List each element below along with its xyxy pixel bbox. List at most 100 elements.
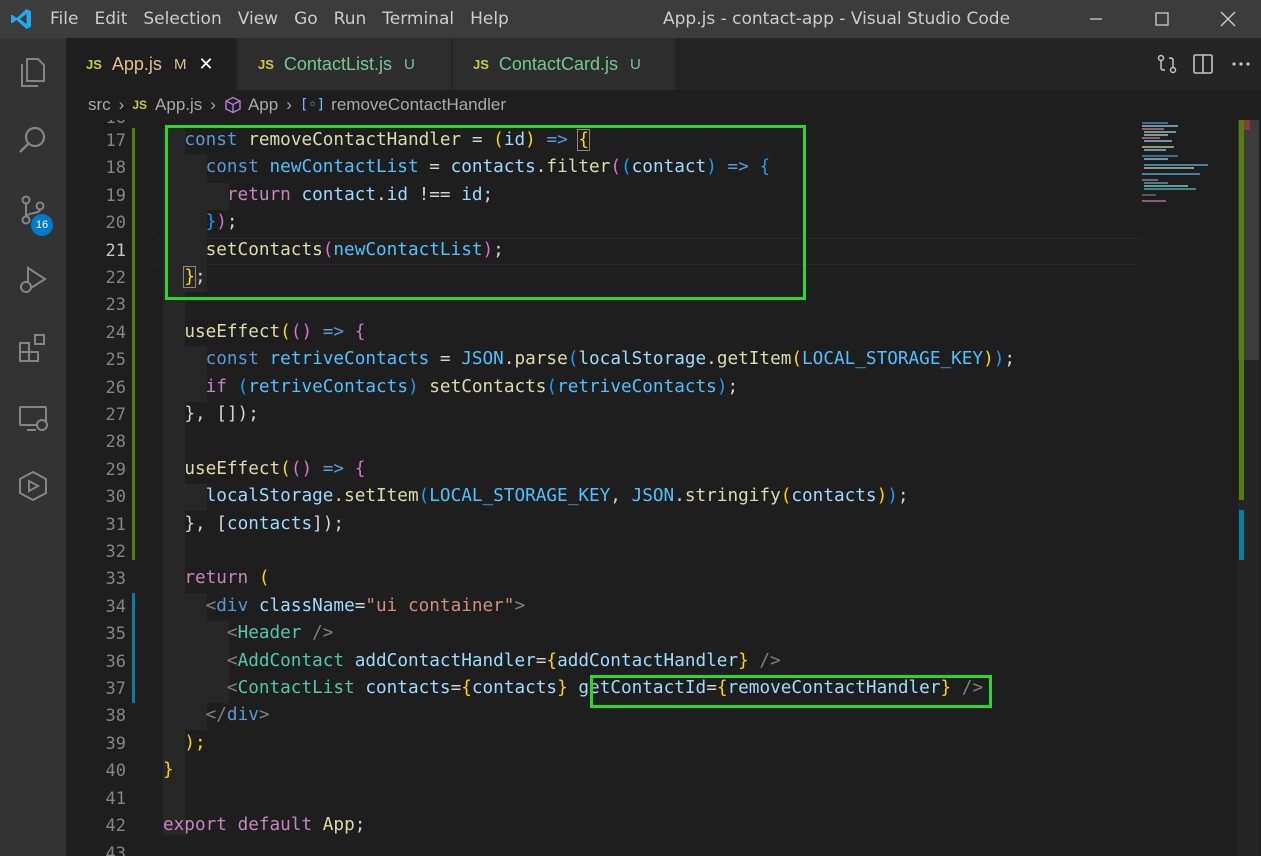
method-token: parse [514, 349, 568, 369]
menu-file[interactable]: File [42, 0, 86, 38]
punctuation-token: }, []); [184, 404, 259, 424]
identifier-token: retriveContacts [248, 377, 408, 397]
punctuation-token: } [163, 760, 174, 780]
string-token: "ui container" [365, 596, 515, 616]
arrow-token: => [322, 459, 345, 479]
function-call-token: useEffect [184, 322, 281, 342]
menu-selection[interactable]: Selection [135, 0, 229, 38]
function-call-token: setContacts [429, 377, 547, 397]
breadcrumb-component[interactable]: App [248, 95, 278, 115]
line-number: 34 [105, 597, 126, 617]
method-token: setItem [344, 486, 419, 506]
breadcrumb: src › JS App.js › App › [◦] removeContac… [66, 90, 1261, 120]
untracked-indicator: U [629, 55, 641, 73]
js-file-icon: JS [86, 56, 102, 72]
keyword-token: export [163, 815, 227, 835]
identifier-token: contacts [226, 514, 313, 534]
minimize-icon [1090, 18, 1102, 20]
line-number: 36 [105, 652, 126, 672]
keyword-token: const [205, 349, 259, 369]
code-editor[interactable]: 16 17 18 19 20 21 22 23 24 25 26 27 28 2… [66, 120, 1138, 856]
run-debug-button[interactable] [0, 252, 66, 308]
tag-token: div [216, 596, 249, 616]
close-window-button[interactable] [1195, 0, 1261, 38]
minimize-button[interactable] [1063, 0, 1129, 38]
code-line: <AddContact addContactHandler={addContac… [226, 651, 781, 671]
attribute-token: className [258, 596, 355, 616]
js-file-icon: JS [258, 56, 274, 72]
untracked-indicator: U [403, 55, 415, 73]
code-line: ); [163, 733, 205, 753]
line-number: 22 [105, 268, 126, 288]
line-number: 37 [105, 679, 126, 699]
vertical-scrollbar[interactable] [1238, 120, 1259, 856]
line-number: 38 [105, 706, 126, 726]
open-changes-button[interactable] [1149, 38, 1185, 90]
remote-explorer-icon [19, 406, 48, 431]
split-editor-button[interactable] [1185, 38, 1221, 90]
live-share-button[interactable] [0, 458, 66, 514]
chevron-right-icon: › [286, 95, 292, 114]
activity-bar: 16 [0, 38, 66, 856]
more-actions-button[interactable] [1221, 38, 1261, 90]
function-call-token: useEffect [184, 459, 281, 479]
vscode-logo-icon [0, 0, 42, 38]
highlight-box-getcontactid-prop [590, 675, 992, 708]
menu-help[interactable]: Help [462, 0, 517, 38]
menu-terminal[interactable]: Terminal [374, 0, 462, 38]
menu-run[interactable]: Run [326, 0, 375, 38]
ellipsis-icon [1232, 62, 1250, 66]
git-modified-ruler [1239, 510, 1244, 560]
extensions-button[interactable] [0, 320, 66, 376]
component-symbol-icon [225, 96, 241, 114]
code-line: localStorage.setItem(LOCAL_STORAGE_KEY, … [205, 486, 909, 506]
attribute-token: addContactHandler [354, 651, 536, 671]
line-number: 33 [105, 569, 126, 589]
code-line: } [163, 760, 174, 780]
arrow-token: => [322, 322, 345, 342]
breadcrumb-folder[interactable]: src [88, 95, 111, 115]
tag-token: div [226, 705, 259, 725]
component-tag-token: Header [237, 623, 302, 643]
menu-view[interactable]: View [230, 0, 286, 38]
identifier-token: addContactHandler [557, 651, 739, 671]
code-line: const retriveContacts = JSON.parse(local… [205, 349, 1016, 369]
identifier-token: retriveContacts [269, 349, 430, 369]
code-line: }, []); [163, 404, 259, 424]
punctuation-token: ]); [312, 514, 345, 534]
component-tag-token: ContactList [237, 678, 355, 698]
method-token: stringify [684, 486, 781, 506]
extensions-icon [19, 334, 45, 362]
line-number: 19 [105, 186, 126, 206]
git-added-ruler [1239, 120, 1244, 500]
tab-app-js[interactable]: JS App.js M ✕ [66, 38, 236, 90]
line-number: 40 [105, 761, 126, 781]
identifier-token: JSON [461, 349, 504, 369]
search-button[interactable] [0, 112, 66, 168]
minimap[interactable] [1138, 120, 1238, 856]
identifier-token: localStorage [205, 486, 334, 506]
js-file-icon: JS [132, 98, 148, 112]
remote-explorer-button[interactable] [0, 390, 66, 446]
menu-go[interactable]: Go [286, 0, 326, 38]
explorer-button[interactable] [0, 44, 66, 100]
keyword-token: return [184, 568, 249, 588]
editor-actions [1149, 38, 1261, 90]
menu-edit[interactable]: Edit [86, 0, 135, 38]
tab-contactcard-js[interactable]: JS ContactCard.js U [453, 38, 675, 90]
breadcrumb-symbol[interactable]: removeContactHandler [331, 95, 506, 115]
editor-tab-bar: JS App.js M ✕ JS ContactList.js U JS Con… [66, 38, 1261, 90]
line-number: 18 [105, 158, 126, 178]
tab-close-icon[interactable]: ✕ [198, 54, 213, 75]
tab-contactlist-js[interactable]: JS ContactList.js U [238, 38, 451, 90]
component-tag-token: AddContact [237, 651, 345, 671]
line-number: 41 [105, 789, 126, 809]
code-line: export default App; [163, 815, 366, 835]
identifier-token: retriveContacts [557, 377, 717, 397]
breadcrumb-file[interactable]: App.js [155, 95, 202, 115]
split-editor-icon [1193, 54, 1213, 74]
line-number: 27 [105, 405, 126, 425]
keyword-token: default [237, 815, 313, 835]
maximize-button[interactable] [1129, 0, 1195, 38]
window-controls [1063, 0, 1261, 38]
